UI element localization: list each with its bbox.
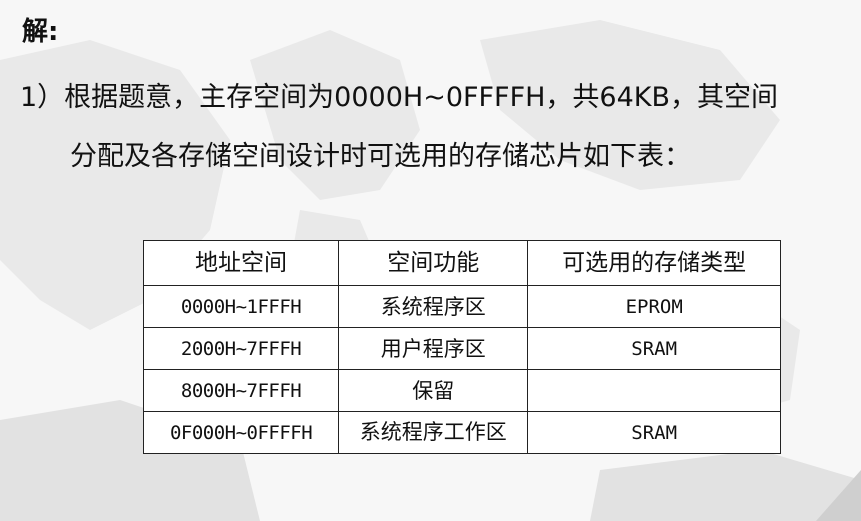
header-memory-type: 可选用的存储类型: [527, 240, 781, 286]
problem-paragraph-line-2: 分配及各存储空间设计时可选用的存储芯片如下表：: [70, 141, 691, 172]
slide-content: 解: 1）根据题意，主存空间为0000H~0FFFFH，共64KB，其空间 分配…: [0, 0, 861, 521]
table-row: 0F000H~0FFFFH 系统程序工作区 SRAM: [142, 411, 781, 454]
cell-memory-type: SRAM: [527, 327, 781, 370]
table-header-row: 地址空间 空间功能 可选用的存储类型: [142, 240, 781, 286]
cell-function: 用户程序区: [338, 327, 529, 370]
cell-address: 2000H~7FFFH: [142, 327, 340, 370]
solution-label: 解:: [22, 17, 59, 47]
cell-address: 0000H~1FFFH: [142, 285, 340, 328]
cell-address: 8000H~7FFFH: [142, 369, 340, 412]
table-row: 8000H~7FFFH 保留: [142, 369, 781, 412]
cell-memory-type: SRAM: [527, 411, 781, 454]
problem-paragraph-line-1: 1）根据题意，主存空间为0000H~0FFFFH，共64KB，其空间: [20, 82, 779, 113]
cell-memory-type: EPROM: [527, 285, 781, 328]
memory-allocation-table: 地址空间 空间功能 可选用的存储类型 0000H~1FFFH 系统程序区 EPR…: [142, 240, 781, 454]
cell-function: 系统程序工作区: [338, 411, 529, 454]
header-space-function: 空间功能: [338, 240, 529, 286]
cell-address: 0F000H~0FFFFH: [142, 411, 340, 454]
cell-memory-type: [527, 369, 781, 412]
table-row: 0000H~1FFFH 系统程序区 EPROM: [142, 285, 781, 328]
table-row: 2000H~7FFFH 用户程序区 SRAM: [142, 327, 781, 370]
cell-function: 系统程序区: [338, 285, 529, 328]
header-address-space: 地址空间: [142, 240, 340, 286]
cell-function: 保留: [338, 369, 529, 412]
